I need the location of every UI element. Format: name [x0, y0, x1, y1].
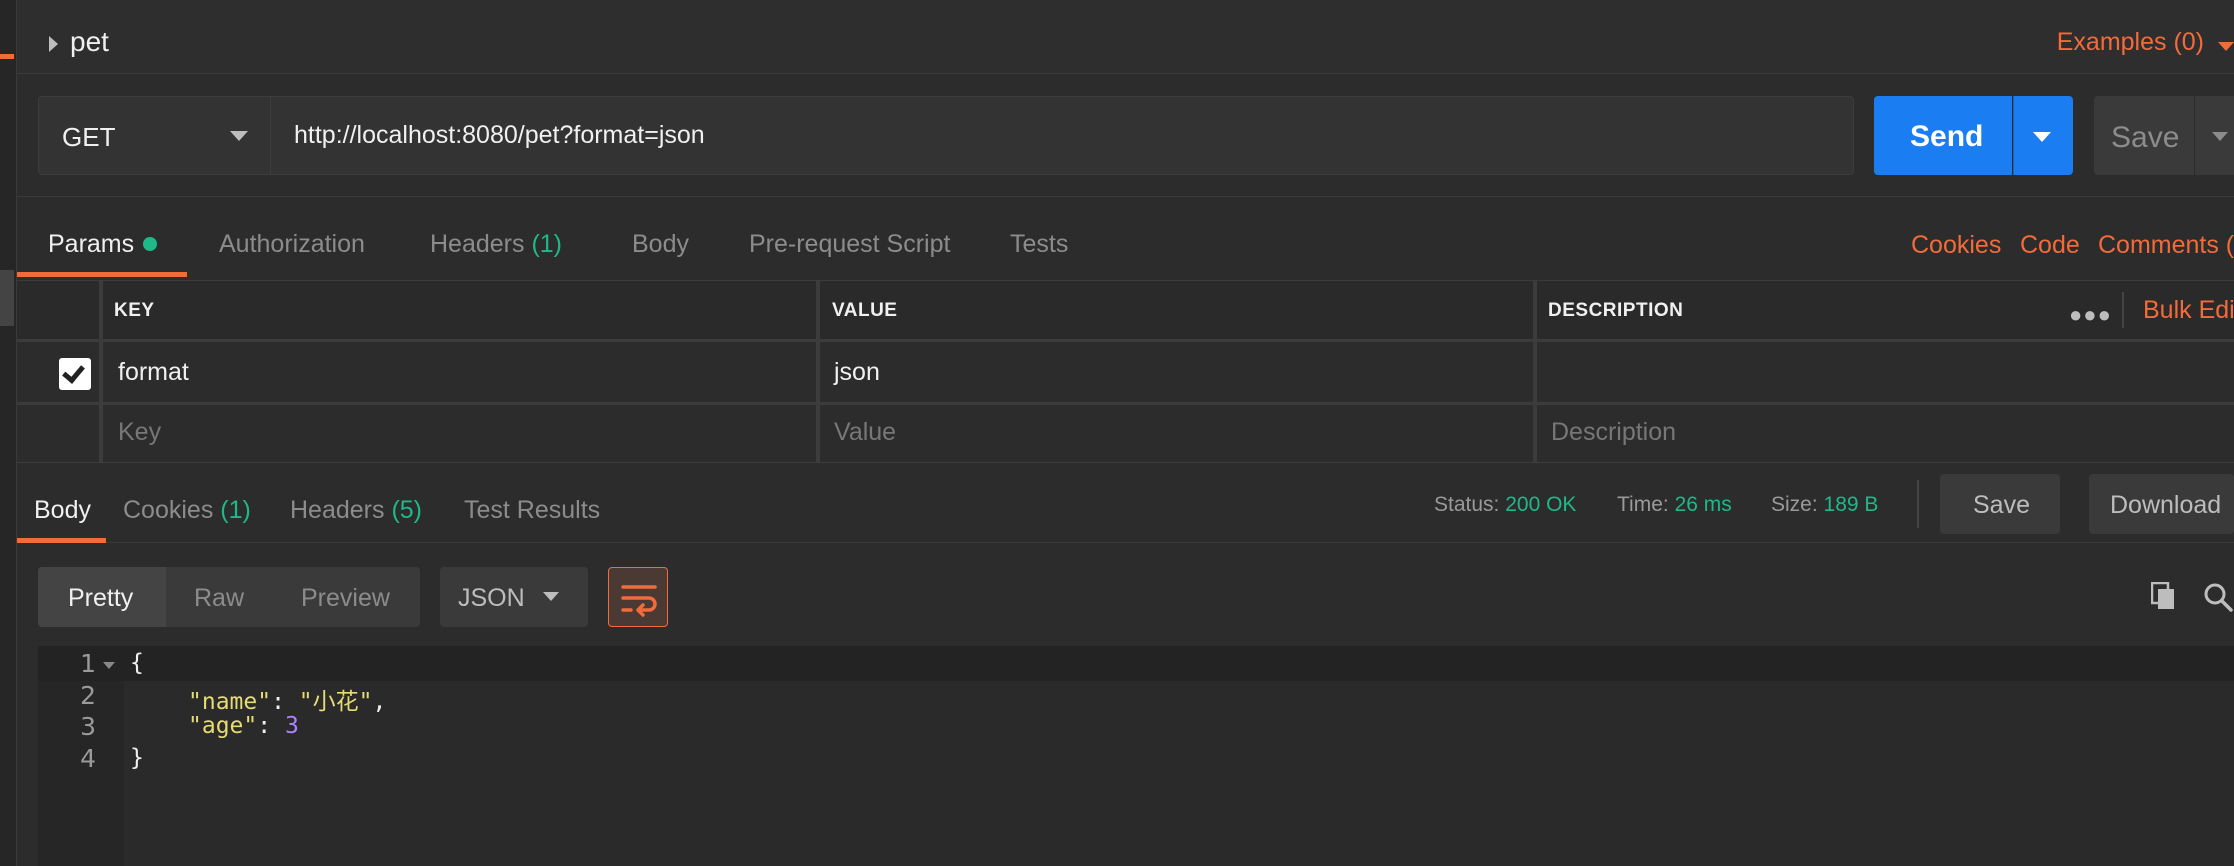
- cookies-link[interactable]: Cookies: [1911, 231, 2001, 260]
- response-time: Time: 26 ms: [1617, 493, 1732, 516]
- view-mode-pretty[interactable]: Pretty: [68, 584, 133, 613]
- code-line: "age": 3: [188, 713, 299, 739]
- comments-link[interactable]: Comments (: [2098, 231, 2234, 260]
- format-label: JSON: [458, 584, 525, 612]
- method-label: GET: [62, 122, 116, 152]
- params-table-header: [17, 280, 2234, 342]
- view-mode-raw[interactable]: Raw: [194, 584, 244, 613]
- tab-headers[interactable]: Headers (1): [430, 230, 562, 259]
- sidebar-scroll-handle[interactable]: [0, 270, 14, 326]
- wrap-icon: [621, 585, 657, 617]
- code-line: "name": "小花",: [188, 689, 387, 715]
- chevron-down-icon: [2033, 132, 2051, 142]
- new-key-input[interactable]: Key: [118, 418, 161, 447]
- view-mode-preview[interactable]: Preview: [301, 584, 390, 613]
- url-value: http://localhost:8080/pet?format=json: [294, 121, 705, 149]
- column-header-description: DESCRIPTION: [1548, 300, 1684, 321]
- tab-authorization[interactable]: Authorization: [219, 230, 365, 259]
- divider: [1917, 480, 1919, 528]
- tab-pre-request-script[interactable]: Pre-request Script: [749, 230, 950, 259]
- column-header-value: VALUE: [832, 300, 898, 321]
- sidebar-active-marker: [0, 54, 14, 59]
- code-link[interactable]: Code: [2020, 231, 2080, 260]
- sidebar-strip: [0, 0, 17, 866]
- line-number: 4: [80, 744, 96, 773]
- tab-response-body[interactable]: Body: [34, 496, 91, 525]
- tab-body[interactable]: Body: [632, 230, 689, 259]
- examples-link[interactable]: Examples (0): [2057, 28, 2204, 57]
- download-label: Download: [2110, 491, 2222, 519]
- divider: [2122, 292, 2124, 328]
- line-number: 3: [80, 712, 96, 741]
- wrap-lines-button[interactable]: [608, 567, 668, 627]
- tab-response-headers[interactable]: Headers (5): [290, 496, 422, 525]
- request-name[interactable]: pet: [70, 26, 109, 58]
- tab-response-cookies[interactable]: Cookies (1): [123, 496, 251, 525]
- code-line: {: [130, 650, 144, 676]
- send-label: Send: [1910, 120, 1984, 153]
- column-divider: [816, 280, 820, 465]
- active-tab-underline: [17, 272, 187, 277]
- search-icon[interactable]: [2203, 582, 2233, 612]
- code-line: }: [130, 745, 144, 771]
- table-row: [17, 405, 2234, 465]
- divider: [17, 196, 2234, 197]
- chevron-down-icon: [2212, 132, 2228, 141]
- column-header-key: KEY: [114, 300, 155, 321]
- expand-caret-icon[interactable]: [49, 36, 58, 52]
- param-value-field[interactable]: json: [834, 358, 880, 387]
- chevron-down-icon: [543, 592, 559, 601]
- chevron-down-icon[interactable]: [2218, 42, 2234, 51]
- tab-tests[interactable]: Tests: [1010, 230, 1068, 259]
- params-active-dot: [143, 237, 157, 251]
- column-divider: [99, 280, 103, 465]
- chevron-down-icon: [230, 131, 248, 141]
- response-size: Size: 189 B: [1771, 493, 1879, 516]
- new-description-input[interactable]: Description: [1551, 418, 1676, 447]
- new-value-input[interactable]: Value: [834, 418, 896, 447]
- request-header-bar: [17, 0, 2234, 74]
- bulk-edit-link[interactable]: Bulk Edi: [2143, 296, 2234, 325]
- line-number: 2: [80, 681, 96, 710]
- table-row: [17, 345, 2234, 405]
- tab-test-results[interactable]: Test Results: [464, 496, 600, 525]
- active-tab-underline: [17, 538, 106, 543]
- tab-params[interactable]: Params: [48, 230, 134, 259]
- active-line-highlight: [38, 646, 2234, 681]
- response-status: Status: 200 OK: [1434, 493, 1577, 516]
- fold-caret-icon[interactable]: [103, 662, 115, 669]
- line-number: 1: [80, 649, 96, 678]
- copy-icon[interactable]: [2151, 582, 2175, 610]
- more-options-icon[interactable]: ●●●: [2069, 302, 2112, 328]
- save-response-label: Save: [1973, 491, 2030, 519]
- column-divider: [1533, 280, 1537, 465]
- param-key-field[interactable]: format: [118, 358, 189, 387]
- save-label: Save: [2111, 121, 2180, 154]
